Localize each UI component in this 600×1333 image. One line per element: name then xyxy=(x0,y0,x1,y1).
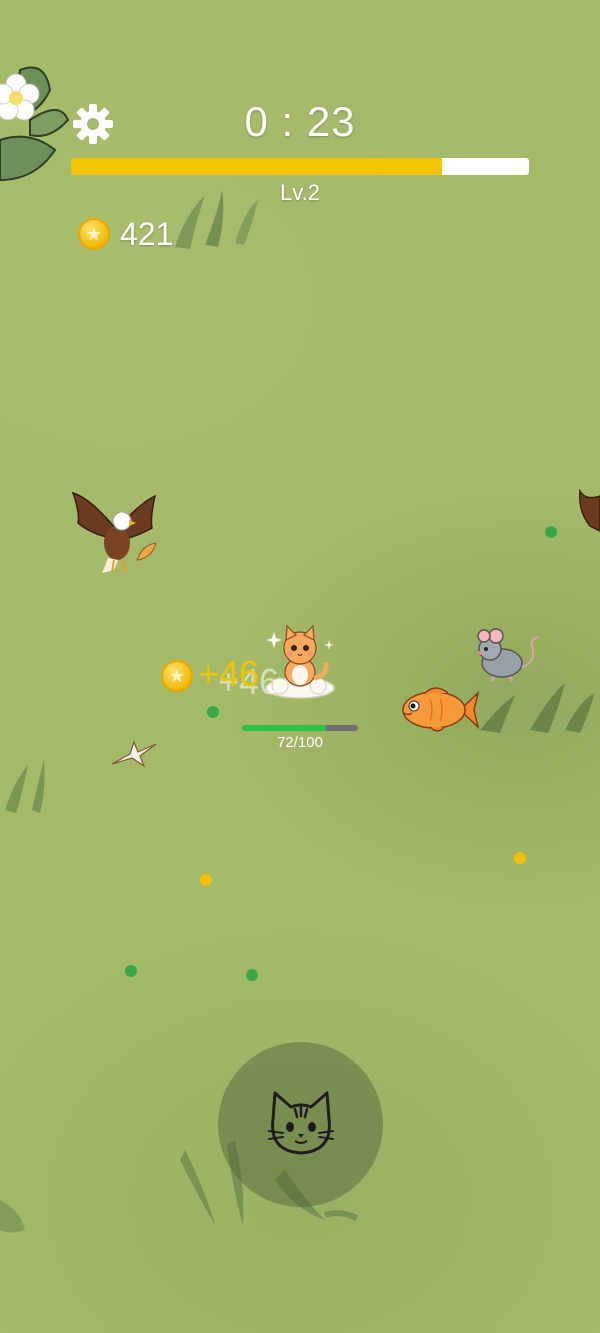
game-timer: 0 : 23 xyxy=(244,98,356,145)
coin-pickup-icon: ★ xyxy=(161,660,193,692)
xp-progress-fill xyxy=(71,158,442,175)
game-field: 0 : 23 Lv.2 ★ 421 ★ +46 +46 72/100 xyxy=(0,0,600,1333)
eagle-enemy xyxy=(71,491,157,573)
player-hp-bar xyxy=(242,725,358,731)
shuriken-projectile xyxy=(111,740,157,768)
fish-enemy xyxy=(402,687,480,732)
grass-tuft-decor xyxy=(0,1200,25,1233)
gold-orb xyxy=(200,874,212,886)
joystick[interactable] xyxy=(218,1042,383,1207)
xp-progress-bar xyxy=(71,158,529,175)
xp-orb xyxy=(545,526,557,538)
feather-projectile xyxy=(136,542,157,561)
level-label: Lv.2 xyxy=(280,180,320,205)
xp-orb xyxy=(125,965,137,977)
coin-gain-text: +46 xyxy=(198,653,260,694)
player-hp-fill xyxy=(242,725,326,731)
xp-orb xyxy=(207,706,219,718)
player-hp-text: 72/100 xyxy=(277,734,323,751)
mouse-enemy xyxy=(477,628,539,682)
xp-orb xyxy=(246,969,258,981)
grass-tuft-decor xyxy=(5,760,45,813)
eagle-enemy-offscreen xyxy=(578,488,600,532)
cat-face-icon xyxy=(268,1091,334,1155)
coin-count: 421 xyxy=(120,216,174,252)
gold-orb xyxy=(514,852,526,864)
coin-icon: ★ xyxy=(78,218,110,250)
